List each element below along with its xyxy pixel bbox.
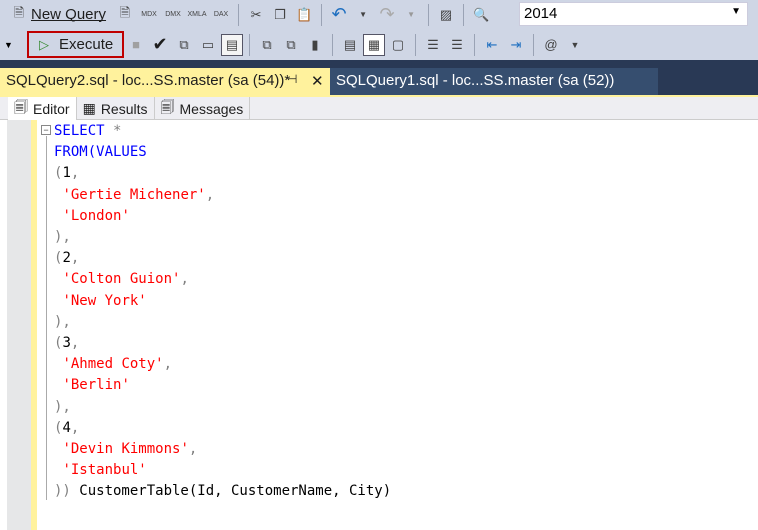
database-dropdown[interactable]: 2014 ▼ — [519, 2, 748, 26]
number: 4 — [62, 419, 71, 436]
keyword: FROM(VALUES — [54, 144, 147, 161]
separator — [249, 33, 250, 56]
results-to-file-icon[interactable]: ▢ — [387, 34, 409, 56]
string: 'New York' — [62, 292, 147, 309]
editor-subtabs: 🗐 Editor ▦ Results 🗐 Messages — [0, 97, 758, 120]
query-options-icon[interactable]: ▭ — [197, 34, 219, 56]
toolbar-overflow-icon[interactable]: ▼ — [564, 34, 586, 56]
find-in-files-icon[interactable]: 🔍 — [470, 4, 492, 26]
stop-icon[interactable]: ■ — [125, 34, 147, 56]
specify-template-values-icon[interactable]: @ — [540, 34, 562, 56]
results-to-text-icon[interactable]: ▤ — [339, 34, 361, 56]
increase-indent-icon[interactable]: ⇥ — [505, 34, 527, 56]
number: 3 — [62, 335, 71, 352]
close-icon[interactable]: ✕ — [311, 72, 324, 90]
line-gutter — [7, 120, 31, 530]
subtab-label: Messages — [179, 100, 244, 117]
decrease-indent-icon[interactable]: ⇤ — [481, 34, 503, 56]
tab-sqlquery1[interactable]: SQLQuery1.sql - loc...SS.master (sa (52)… — [330, 68, 658, 95]
string: 'Berlin' — [62, 377, 130, 394]
pin-icon[interactable]: ⊣ — [287, 72, 297, 86]
comment-icon[interactable]: ☰ — [422, 34, 444, 56]
subtab-label: Editor — [33, 100, 70, 117]
redo-icon[interactable]: ↷ — [376, 4, 398, 26]
fold-line — [46, 136, 47, 500]
string: 'Devin Kimmons' — [62, 441, 189, 458]
separator — [474, 33, 475, 56]
parse-check-icon[interactable]: ✔ — [149, 34, 171, 56]
new-query-button[interactable]: New Query — [31, 6, 106, 23]
copy-icon[interactable]: ❐ — [269, 4, 291, 26]
chevron-down-icon: ▼ — [731, 6, 741, 17]
string: 'Colton Guion' — [62, 271, 181, 288]
alias-clause: CustomerTable(Id, CustomerName, City) — [70, 483, 392, 500]
tab-label: SQLQuery1.sql - loc...SS.master (sa (52)… — [336, 72, 615, 89]
tab-label: SQLQuery2.sql - loc...SS.master (sa (54)… — [6, 72, 291, 89]
redo-dropdown-icon[interactable]: ▼ — [400, 4, 422, 26]
new-query-icon[interactable]: 🗎 — [8, 4, 30, 26]
change-marker-bar — [31, 120, 37, 530]
document-tab-bar: SQLQuery2.sql - loc...SS.master (sa (54)… — [0, 60, 758, 95]
display-estimated-plan-icon[interactable]: ⧉ — [173, 34, 195, 56]
code-editor[interactable]: SELECT * FROM(VALUES (1, 'Gertie Michene… — [54, 121, 391, 503]
paste-icon[interactable]: 📋 — [293, 4, 315, 26]
separator — [415, 33, 416, 56]
subtab-messages[interactable]: 🗐 Messages — [155, 97, 251, 120]
string: 'Gertie Michener' — [62, 186, 206, 203]
undo-dropdown-icon[interactable]: ▼ — [352, 4, 374, 26]
separator — [533, 33, 534, 56]
keyword: SELECT — [54, 123, 105, 139]
separator — [428, 3, 430, 26]
play-icon: ▷ — [39, 36, 49, 52]
separator — [463, 3, 465, 26]
editor-icon: 🗐 — [14, 98, 28, 115]
database-value: 2014 — [524, 5, 558, 22]
dropdown-arrow-icon[interactable]: ▼ — [4, 40, 13, 50]
undo-icon[interactable]: ↶ — [328, 4, 350, 26]
database-query-icon[interactable]: 🗎 — [114, 4, 136, 26]
include-actual-plan-icon[interactable]: ⧉ — [256, 34, 278, 56]
separator — [321, 3, 323, 26]
grid-icon: ▦ — [82, 100, 96, 116]
collapse-icon[interactable]: − — [41, 125, 51, 135]
mdx-query-icon[interactable]: MDX — [138, 4, 160, 26]
operator: * — [104, 123, 122, 139]
string: 'Ahmed Coty' — [62, 356, 164, 373]
execute-label: Execute — [59, 36, 114, 53]
number: 1 — [62, 165, 71, 182]
string: 'Istanbul' — [62, 462, 147, 479]
cut-icon[interactable]: ✂ — [245, 4, 267, 26]
results-to-grid-icon[interactable]: ▦ — [363, 33, 385, 56]
separator — [238, 3, 240, 26]
sql-editor-toolbar: ▼ ▷ Execute ■ ✔ ⧉ ▭ ▤ ⧉ ⧉ ▮ ▤ ▦ ▢ ☰ ☰ ⇤ … — [0, 29, 758, 60]
subtab-label: Results — [100, 100, 148, 117]
intellisense-icon[interactable]: ▤ — [221, 33, 243, 56]
dax-query-icon[interactable]: DAX — [210, 4, 232, 26]
dmx-query-icon[interactable]: DMX — [162, 4, 184, 26]
subtab-editor[interactable]: 🗐 Editor — [8, 97, 77, 120]
separator — [332, 33, 333, 56]
subtab-results[interactable]: ▦ Results — [77, 97, 155, 120]
xmla-query-icon[interactable]: XMLA — [186, 4, 208, 26]
client-statistics-icon[interactable]: ▮ — [304, 34, 326, 56]
messages-icon: 🗐 — [160, 98, 175, 115]
string: 'London' — [62, 207, 130, 224]
activity-monitor-icon[interactable]: ▨ — [435, 4, 457, 26]
live-query-stats-icon[interactable]: ⧉ — [280, 34, 302, 56]
number: 2 — [62, 250, 71, 267]
tab-sqlquery2[interactable]: SQLQuery2.sql - loc...SS.master (sa (54)… — [0, 68, 330, 95]
execute-button[interactable]: ▷ Execute — [27, 31, 124, 58]
uncomment-icon[interactable]: ☰ — [446, 34, 468, 56]
